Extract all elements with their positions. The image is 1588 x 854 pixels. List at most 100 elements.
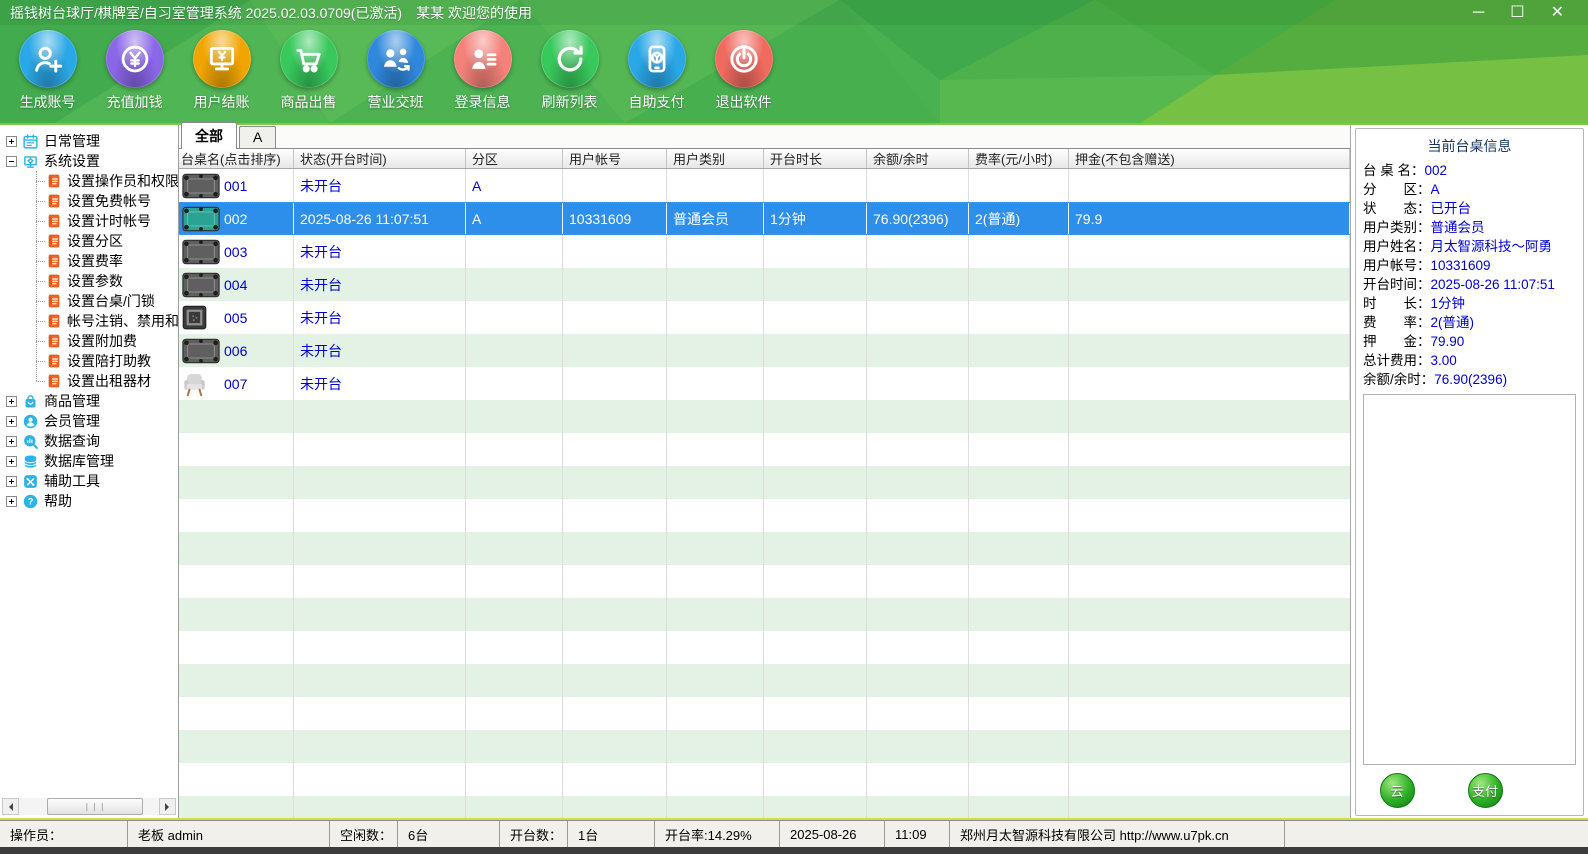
column-header-duration[interactable]: 开台时长 (764, 149, 867, 168)
info-field-table-name: 台 桌 名：002 (1363, 161, 1576, 180)
cell-user-type (667, 169, 764, 202)
sidebar-item-set-coach[interactable]: 设置陪打助教 (6, 351, 178, 371)
shift-change-button[interactable]: 营业交班 (352, 25, 439, 123)
cloud-button[interactable]: 云 (1377, 771, 1417, 811)
pay-button[interactable]: 支付 (1465, 771, 1505, 811)
table-row-003[interactable]: 003 未开台 (179, 235, 1350, 268)
cell-account (563, 301, 667, 334)
cell-deposit (1069, 268, 1350, 301)
query-icon (22, 433, 39, 450)
column-header-deposit[interactable]: 押金(不包含赠送) (1069, 149, 1350, 168)
info-field-balance: 余额/余时：76.90(2396) (1363, 370, 1576, 389)
cell-duration (764, 169, 867, 202)
exit-button[interactable]: 退出软件 (700, 25, 787, 123)
expand-plus-icon[interactable] (6, 496, 17, 507)
minimize-icon[interactable]: ─ (1473, 5, 1484, 21)
doc-icon (46, 253, 62, 269)
column-header-account[interactable]: 用户帐号 (563, 149, 667, 168)
expand-plus-icon[interactable] (6, 396, 17, 407)
sidebar-item-goods-management[interactable]: 商品管理 (6, 391, 178, 411)
cell-zone: A (466, 169, 563, 202)
sidebar-item-set-rates[interactable]: 设置费率 (6, 251, 178, 271)
status-bar: 操作员： 老板 admin 空闲数： 6台 开台数： 1台 开台率:14.29%… (0, 820, 1588, 847)
window-controls: ─ ☐ ✕ (1473, 5, 1578, 21)
create-account-button[interactable]: 生成账号 (4, 25, 91, 123)
expand-plus-icon[interactable] (6, 136, 17, 147)
sidebar-item-set-operators[interactable]: 设置操作员和权限 (6, 171, 178, 191)
sidebar-item-system-settings[interactable]: 系统设置 (6, 151, 178, 171)
cell-user-type (667, 268, 764, 301)
sidebar-item-set-rental-equipment[interactable]: 设置出租器材 (6, 371, 178, 391)
cell-account (563, 367, 667, 400)
table-row-004[interactable]: 004 未开台 (179, 268, 1350, 301)
sidebar-item-set-zones[interactable]: 设置分区 (6, 231, 178, 251)
column-header-balance[interactable]: 余额/余时 (867, 149, 969, 168)
sidebar-item-help[interactable]: 帮助 (6, 491, 178, 511)
scrollbar-thumb[interactable] (47, 798, 143, 815)
sidebar-item-member-management[interactable]: 会员管理 (6, 411, 178, 431)
sidebar-item-set-free-accounts[interactable]: 设置免费帐号 (6, 191, 178, 211)
window-title: 摇钱树台球厅/棋牌室/自习室管理系统 2025.02.03.0709(已激活) … (10, 3, 532, 23)
column-header-table-name[interactable]: 台桌名(点击排序) (179, 149, 294, 168)
column-header-zone[interactable]: 分区 (466, 149, 563, 168)
maximize-icon[interactable]: ☐ (1510, 5, 1524, 21)
recharge-button[interactable]: 充值加钱 (91, 25, 178, 123)
scroll-left-icon[interactable] (2, 798, 19, 815)
column-header-user-type[interactable]: 用户类别 (667, 149, 764, 168)
column-header-rate[interactable]: 费率(元/小时) (969, 149, 1069, 168)
cell-table-name: 001 (224, 178, 247, 194)
table-row-005[interactable]: 005 未开台 (179, 301, 1350, 334)
expand-plus-icon[interactable] (6, 416, 17, 427)
column-header-status[interactable]: 状态(开台时间) (294, 149, 466, 168)
cell-duration: 1分钟 (764, 203, 867, 234)
status-open-label: 开台数： (500, 821, 568, 847)
doc-icon (46, 293, 62, 309)
scroll-right-icon[interactable] (159, 798, 176, 815)
sidebar-item-data-query[interactable]: 数据查询 (6, 431, 178, 451)
sidebar-item-daily-management[interactable]: 日常管理 (6, 131, 178, 151)
table-row-006[interactable]: 006 未开台 (179, 334, 1350, 367)
cell-rate (969, 268, 1069, 301)
scrollbar-track[interactable] (19, 798, 159, 815)
sidebar-item-database-management[interactable]: 数据库管理 (6, 451, 178, 471)
cell-deposit: 79.9 (1069, 203, 1350, 234)
checkout-button[interactable]: 用户结账 (178, 25, 265, 123)
collapse-minus-icon[interactable] (6, 156, 17, 167)
expand-plus-icon[interactable] (6, 456, 17, 467)
expand-plus-icon[interactable] (6, 436, 17, 447)
status-open-value: 1台 (568, 821, 655, 847)
status-idle-label: 空闲数： (330, 821, 398, 847)
close-icon[interactable]: ✕ (1551, 5, 1564, 21)
sidebar-horizontal-scrollbar[interactable] (2, 798, 176, 815)
sidebar-item-account-cancel-disable[interactable]: 帐号注销、禁用和 (6, 311, 178, 331)
status-empty-cell (1285, 821, 1588, 847)
info-panel-frame: 当前台桌信息 台 桌 名：002 分 区：A 状 态：已开台 用户类别：普通会员… (1355, 128, 1584, 816)
cell-account (563, 268, 667, 301)
sidebar-item-set-surcharge[interactable]: 设置附加费 (6, 331, 178, 351)
table-row-002-selected[interactable]: 002 2025-08-26 11:07:51 A 10331609 普通会员 … (179, 202, 1350, 235)
sell-goods-button[interactable]: 商品出售 (265, 25, 352, 123)
sidebar-item-set-params[interactable]: 设置参数 (6, 271, 178, 291)
cell-account (563, 334, 667, 367)
tab-all[interactable]: 全部 (181, 122, 237, 149)
cell-deposit (1069, 169, 1350, 202)
cell-rate (969, 235, 1069, 268)
table-row-001[interactable]: 001 未开台 A (179, 169, 1350, 202)
sidebar-item-auxiliary-tools[interactable]: 辅助工具 (6, 471, 178, 491)
pool-table-icon (181, 238, 221, 266)
doc-icon (46, 273, 62, 289)
doc-icon (46, 173, 62, 189)
login-info-button[interactable]: 登录信息 (439, 25, 526, 123)
sidebar-item-set-tables-locks[interactable]: 设置台桌/门锁 (6, 291, 178, 311)
expand-plus-icon[interactable] (6, 476, 17, 487)
sidebar-item-set-timing-accounts[interactable]: 设置计时帐号 (6, 211, 178, 231)
phone-pay-icon (628, 30, 686, 88)
table-row-007[interactable]: 007 未开台 (179, 367, 1350, 400)
refresh-list-button[interactable]: 刷新列表 (526, 25, 613, 123)
tab-zone-a[interactable]: A (239, 126, 276, 148)
status-time: 11:09 (885, 821, 950, 847)
cell-balance: 76.90(2396) (867, 203, 969, 234)
info-panel-title: 当前台桌信息 (1363, 133, 1576, 161)
doc-icon (46, 373, 62, 389)
self-pay-button[interactable]: 自助支付 (613, 25, 700, 123)
